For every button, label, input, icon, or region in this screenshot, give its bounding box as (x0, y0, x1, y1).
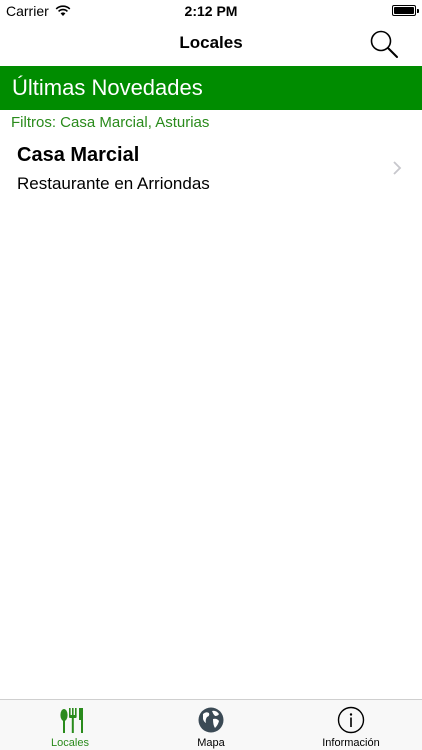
list-item[interactable]: Casa Marcial Restaurante en Arriondas (0, 138, 422, 202)
tab-informacion[interactable]: Información (281, 700, 421, 750)
page-title: Locales (179, 33, 243, 52)
tab-mapa[interactable]: Mapa (141, 700, 281, 750)
chevron-right-icon (393, 161, 402, 175)
navigation-bar: Locales (0, 22, 422, 66)
cutlery-icon (60, 708, 83, 733)
battery-fill (394, 7, 414, 14)
list-item-title: Casa Marcial (17, 144, 140, 166)
globe-icon (198, 707, 224, 733)
search-button[interactable] (368, 28, 400, 60)
list-item-subtitle: Restaurante en Arriondas (17, 174, 210, 193)
tab-label-mapa: Mapa (197, 737, 225, 749)
search-icon (370, 30, 398, 58)
info-icon (337, 706, 365, 734)
tab-locales[interactable]: Locales (0, 700, 140, 750)
status-time: 2:12 PM (184, 3, 238, 19)
tab-bar: Locales Mapa Información (0, 699, 422, 750)
tab-label-locales: Locales (51, 737, 89, 749)
battery-icon (392, 5, 419, 16)
tab-label-informacion: Información (322, 737, 380, 749)
section-header: Últimas Novedades (0, 66, 422, 110)
status-bar: Carrier 2:12 PM (0, 0, 422, 22)
filters-label: Filtros: Casa Marcial, Asturias (11, 114, 210, 131)
